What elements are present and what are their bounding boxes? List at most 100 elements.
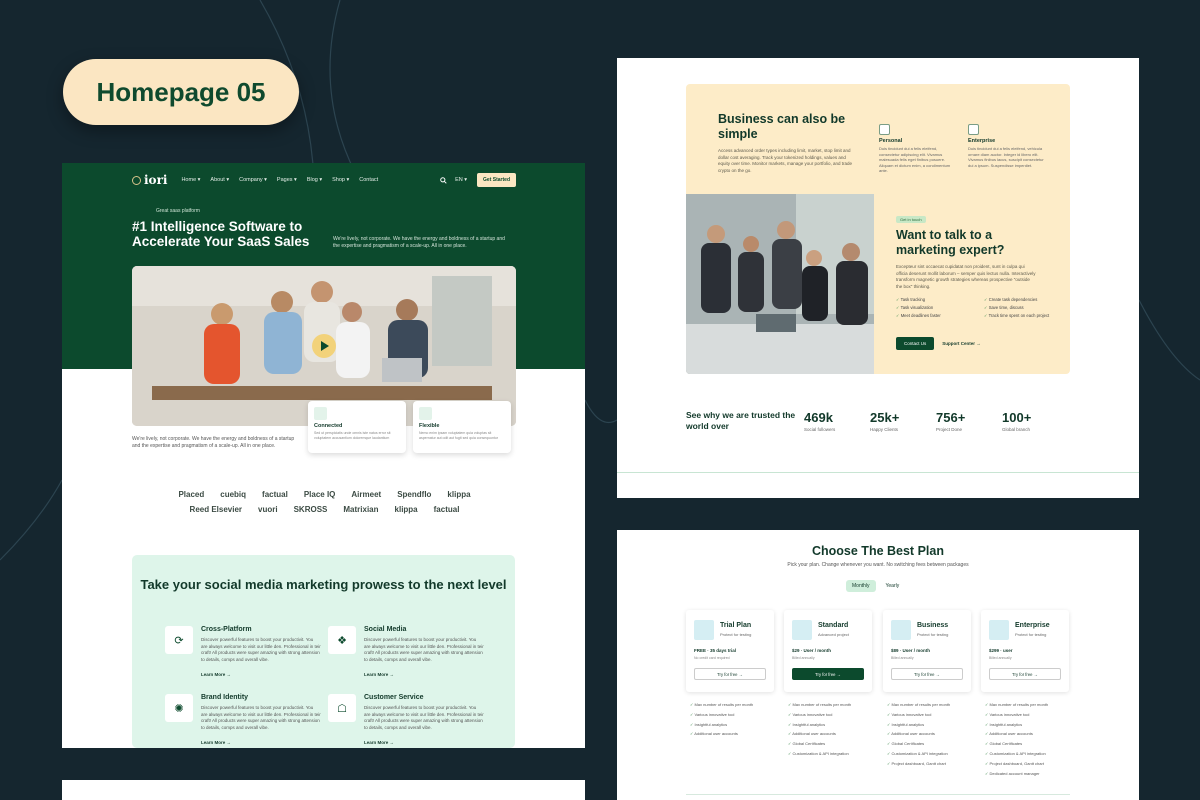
client-logos: Placed cuebiq factual Place IQ Airmeet S… <box>152 490 497 514</box>
feature-card-connected: Connected Sed ut perspiciatis unde omnis… <box>308 401 406 453</box>
enterprise-icon <box>968 124 979 135</box>
hero-title: #1 Intelligence Software to Accelerate Y… <box>132 219 310 249</box>
check-item: Save time, discuss <box>984 305 1066 310</box>
plan-note: No credit card required <box>694 656 730 660</box>
learn-more-link[interactable]: Learn More → <box>201 740 231 745</box>
next-page-preview <box>62 780 585 800</box>
stat-value: 756+ <box>936 410 966 425</box>
client-logo: vuori <box>258 505 278 514</box>
pricing-subtitle: Pick your plan. Change whenever you want… <box>787 562 969 568</box>
plan-price: $299 · user <box>989 648 1013 653</box>
learn-more-link[interactable]: Learn More → <box>364 672 394 677</box>
feature-item: Insightful analytics <box>690 720 780 730</box>
nav-shop[interactable]: Shop ▾ <box>332 177 349 183</box>
feature-item: Additional user accounts <box>985 729 1075 739</box>
plan-sub: Advanced project <box>818 632 849 637</box>
nav-company[interactable]: Company ▾ <box>239 177 267 183</box>
get-started-button[interactable]: Get Started <box>477 173 516 187</box>
personal-icon <box>879 124 890 135</box>
plan-card-business: Business Protect for testing $89 · User … <box>883 610 971 692</box>
feature-item: Additional user accounts <box>887 729 977 739</box>
feature-item: Max number of results per month <box>690 700 780 710</box>
plan-price: FREE · 35 days trial <box>694 648 737 653</box>
feature-item: Insightful analytics <box>788 720 878 730</box>
business-section-preview: Business can also be simple Access advan… <box>617 58 1139 498</box>
try-free-button[interactable]: Try for free → <box>694 668 766 680</box>
plan-sub: Protect for testing <box>720 632 752 637</box>
check-item: Track time spent on each project <box>984 313 1066 318</box>
stat-clients: 25k+ Happy Clients <box>870 410 936 432</box>
play-video-button[interactable] <box>312 334 336 358</box>
connected-icon <box>314 407 327 420</box>
homepage-preview: iori Home ▾ About ▾ Company ▾ Pages ▾ Bl… <box>62 163 585 748</box>
talk-desc: Excepteur sint occaecat cupidatat non pr… <box>896 264 1036 289</box>
feature-item: Dedicated account manager <box>985 769 1075 779</box>
business-block: Business can also be simple Access advan… <box>686 84 1070 374</box>
stat-value: 469k <box>804 410 833 425</box>
check-item: Task tracking <box>896 297 978 302</box>
enterprise-plan-icon <box>989 620 1009 640</box>
try-free-button[interactable]: Try for free → <box>891 668 963 680</box>
feature-card-flexible: Flexible Nemo enim ipsam voluptatem quia… <box>413 401 511 453</box>
feature-item: Various innovative tool <box>788 710 878 720</box>
toggle-yearly[interactable]: Yearly <box>880 580 906 592</box>
item-title: Customer Service <box>364 694 424 701</box>
stat-value: 100+ <box>1002 410 1032 425</box>
divider <box>686 794 1070 795</box>
feature-title: Connected <box>314 423 343 429</box>
plan-name: Enterprise <box>1015 622 1050 629</box>
nav-about[interactable]: About ▾ <box>210 177 229 183</box>
client-logo: Placed <box>178 490 205 499</box>
plan-price: $29 · User / month <box>792 648 832 653</box>
plan-card-standard: Standard Advanced project $29 · User / m… <box>784 610 872 692</box>
contact-us-button[interactable]: Contact Us <box>896 337 935 350</box>
plan-card-trial: Trial Plan Protect for testing FREE · 35… <box>686 610 774 692</box>
plan-note: Billed annually <box>989 656 1012 660</box>
support-center-link[interactable]: Support Center → <box>942 341 981 346</box>
stat-followers: 469k Social followers <box>804 410 870 432</box>
feature-desc: Sed ut perspiciatis unde omnis iste natu… <box>314 431 391 440</box>
logo[interactable]: iori <box>132 173 167 187</box>
feature-item: Global Certificates <box>788 739 878 749</box>
feature-item: Various innovative tool <box>887 710 977 720</box>
stat-label: Social followers <box>804 427 836 432</box>
plan-name: Standard <box>818 622 849 629</box>
feature-item: Max number of results per month <box>788 700 878 710</box>
language-select[interactable]: EN ▾ <box>455 177 467 183</box>
try-free-button[interactable]: Try for free → <box>989 668 1061 680</box>
stats-lead: See why we are trusted the world over <box>686 410 796 431</box>
trial-plan-icon <box>694 620 714 640</box>
plan-card-enterprise: Enterprise Protect for testing $299 · us… <box>981 610 1069 692</box>
nav-contact[interactable]: Contact <box>359 177 378 183</box>
plan-sub: Protect for testing <box>1015 632 1047 637</box>
client-logo: klippa <box>447 490 471 499</box>
talk-title: Want to talk to a marketing expert? <box>896 228 1005 257</box>
learn-more-link[interactable]: Learn More → <box>201 672 231 677</box>
cross-platform-icon: ⟳ <box>165 626 193 654</box>
feature-item: Customization & API integration <box>887 749 977 759</box>
checklist: Task tracking Create task dependencies T… <box>896 297 1066 318</box>
client-logo: Reed Elsevier <box>189 505 243 514</box>
feature-item: Additional user accounts <box>690 729 780 739</box>
feature-item: Insightful analytics <box>985 720 1075 730</box>
plan-name: Business <box>917 622 949 629</box>
search-icon[interactable] <box>440 176 447 184</box>
nav-pages[interactable]: Pages ▾ <box>277 177 297 183</box>
about-text: We're lively, not corporate. We have the… <box>132 436 295 449</box>
plan-price: $89 · User / month <box>891 648 931 653</box>
check-item: Create task dependencies <box>984 297 1066 302</box>
feature-item: Customization & API integration <box>788 749 878 759</box>
item-title: Cross-Platform <box>201 626 252 633</box>
toggle-monthly[interactable]: Monthly <box>846 580 876 592</box>
hero-pill: Great saas platform <box>156 208 200 214</box>
feature-item: Project dashboard, Gantt chart <box>985 759 1075 769</box>
feature-item: Global Certificates <box>985 739 1075 749</box>
feature-item: Project dashboard, Gantt chart <box>887 759 977 769</box>
logo-text: iori <box>144 173 168 187</box>
nav-blog[interactable]: Blog ▾ <box>307 177 322 183</box>
try-free-button[interactable]: Try for free → <box>792 668 864 680</box>
divider <box>617 472 1139 473</box>
client-logo: Matrixian <box>343 505 379 514</box>
learn-more-link[interactable]: Learn More → <box>364 740 394 745</box>
nav-home[interactable]: Home ▾ <box>181 177 200 183</box>
